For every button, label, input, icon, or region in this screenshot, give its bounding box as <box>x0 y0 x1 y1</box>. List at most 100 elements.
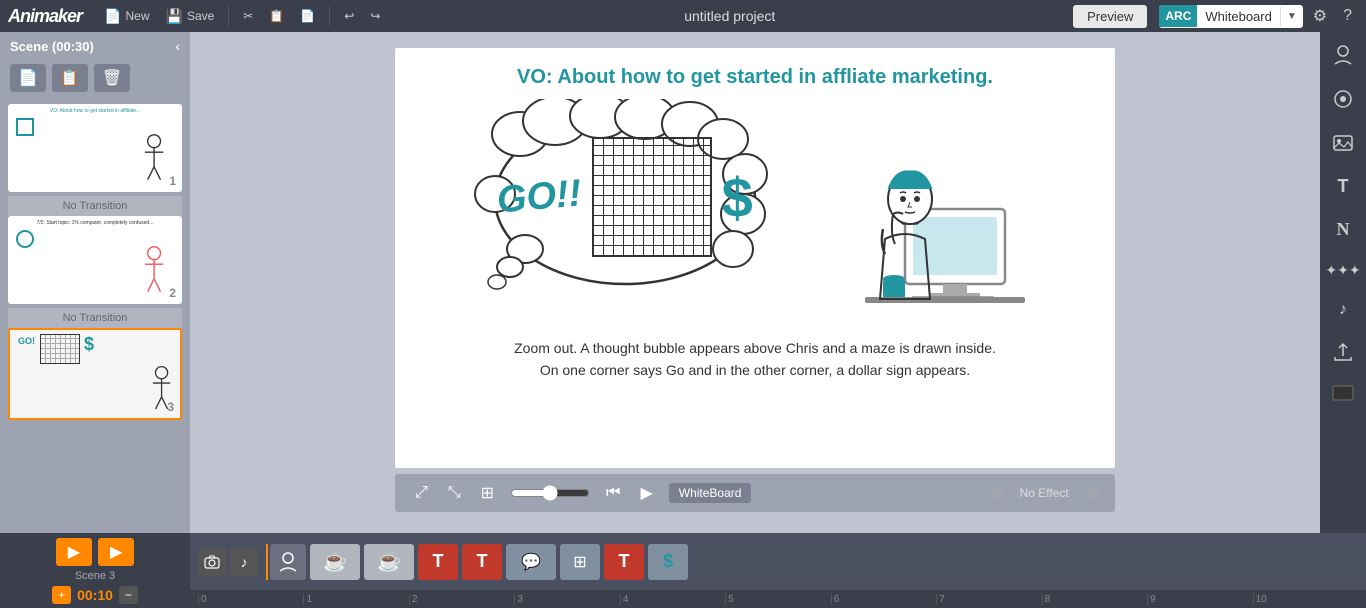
clip-char-icon <box>277 551 299 573</box>
help-button[interactable]: ? <box>1337 3 1358 29</box>
ruler-mark-6: 6 <box>831 594 936 605</box>
timeline-camera-button[interactable] <box>198 548 226 576</box>
upload-tool-button[interactable] <box>1328 337 1358 367</box>
scene-delete-button[interactable]: 🗑 <box>94 64 130 92</box>
timeline-clip-character[interactable] <box>270 544 306 580</box>
playback-bar: ⤢ ⤡ ⊞ ⏮ ▶ WhiteBoard ▤ No Effect ▤ <box>395 474 1115 512</box>
ruler-mark-5: 5 <box>725 594 830 605</box>
new-button[interactable]: 📄 New <box>98 5 155 28</box>
scene-thumbnail-1: VO: About how to get started in affiliat… <box>8 104 182 192</box>
redo-button[interactable]: ↪ <box>364 6 386 26</box>
brand-logo: Animaker <box>8 6 82 27</box>
copy-button[interactable]: 📋 <box>263 6 290 26</box>
cut-button[interactable]: ✂ <box>237 6 259 26</box>
add-time-button[interactable]: + <box>52 586 71 604</box>
scene-3-dollar: $ <box>84 334 94 355</box>
timeline-clip-cup-2[interactable]: ☕ <box>364 544 414 580</box>
music-icon: ♪ <box>1339 301 1347 319</box>
ruler-mark-10: 10 <box>1253 594 1358 605</box>
expand-view-button[interactable]: ⤡ <box>444 482 465 504</box>
settings-button[interactable]: ⚙ <box>1307 2 1333 30</box>
collapse-button[interactable]: ‹ <box>175 38 180 54</box>
scene-play-all-button[interactable]: ▶ <box>98 538 134 566</box>
save-label: Save <box>187 9 214 23</box>
brand-text: Animaker <box>8 6 82 26</box>
whiteboard-dropdown[interactable]: ARC Whiteboard ▼ <box>1159 5 1302 28</box>
timeline-music-icon: ♪ <box>241 554 248 570</box>
prev-frame-button[interactable]: ⏮ <box>602 482 624 504</box>
music-tool-button[interactable]: ♪ <box>1335 297 1351 323</box>
scene-add-button[interactable]: 📄 <box>10 64 46 92</box>
timeline-clip-cup-1[interactable]: ☕ <box>310 544 360 580</box>
ruler-mark-9: 9 <box>1147 594 1252 605</box>
timeline-clip-bubble[interactable]: 💬 <box>506 544 556 580</box>
left-panel: Scene (00:30) ‹ 📄 📋 🗑 VO: About how to g… <box>0 32 190 533</box>
scene-item-2[interactable]: 7/2: Start topic: 1% computer, completel… <box>8 216 182 304</box>
grid-button[interactable]: ⊞ <box>477 481 498 505</box>
caption-line-1: Zoom out. A thought bubble appears above… <box>435 337 1075 359</box>
scene-duplicate-button[interactable]: 📋 <box>52 64 88 92</box>
character-icon <box>1332 44 1354 66</box>
scene-item-1[interactable]: VO: About how to get started in affiliat… <box>8 104 182 192</box>
timeline-music-button[interactable]: ♪ <box>230 548 258 576</box>
separator-1 <box>228 6 229 26</box>
new-label: New <box>125 9 149 23</box>
effect-arrow-icon: ▤ <box>1087 485 1099 501</box>
undo-icon: ↩ <box>344 9 354 23</box>
preview-button[interactable]: Preview <box>1073 5 1147 28</box>
character-tool-button[interactable] <box>1328 40 1358 70</box>
save-icon: 💾 <box>166 8 183 25</box>
no-transition-1[interactable]: No Transition <box>8 196 182 216</box>
zoom-slider[interactable] <box>510 485 590 501</box>
scene-list: VO: About how to get started in affiliat… <box>0 100 190 533</box>
ruler-marks: 0 1 2 3 4 5 6 7 8 9 10 <box>198 594 1358 605</box>
no-transition-2[interactable]: No Transition <box>8 308 182 328</box>
bg-icon <box>1332 385 1354 401</box>
scene-3-go-text: GO! <box>14 334 176 346</box>
top-toolbar: Animaker 📄 New 💾 Save ✂ 📋 📄 ↩ ↪ untitled… <box>0 0 1366 32</box>
timeline-clip-maze[interactable]: ⊞ <box>560 544 600 580</box>
scene-time-row: + 00:10 − <box>52 586 138 604</box>
timeline-clip-text-3[interactable]: T <box>604 544 644 580</box>
props-icon <box>1332 88 1354 110</box>
scene-2-preview-text: 7/2: Start topic: 1% computer, completel… <box>12 220 178 227</box>
time-display: 00:10 <box>77 587 113 603</box>
play-button[interactable]: ▶ <box>636 481 656 505</box>
timeline-clip-text-1[interactable]: T <box>418 544 458 580</box>
dollar-sign: $ <box>722 165 753 230</box>
upload-icon <box>1332 341 1354 363</box>
font-icon: N <box>1337 219 1350 240</box>
timeline-clip-dollar[interactable]: $ <box>648 544 688 580</box>
paste-button[interactable]: 📄 <box>294 6 321 26</box>
scene-thumbnail-2: 7/2: Start topic: 1% computer, completel… <box>8 216 182 304</box>
font-tool-button[interactable]: N <box>1333 215 1354 244</box>
ruler-mark-3: 3 <box>514 594 619 605</box>
scene-1-clock <box>16 118 34 136</box>
ruler-mark-7: 7 <box>936 594 1041 605</box>
scene-3-label: Scene 3 <box>75 570 115 582</box>
timeline-clip-text-2[interactable]: T <box>462 544 502 580</box>
background-tool-button[interactable] <box>1328 381 1358 405</box>
slide-vo-text: VO: About how to get started in affliate… <box>395 48 1115 89</box>
whiteboard-label: Whiteboard <box>1197 5 1279 28</box>
undo-button[interactable]: ↩ <box>338 6 360 26</box>
go-text: GO!! <box>495 172 583 222</box>
text-tool-button[interactable]: T <box>1334 172 1353 201</box>
right-panel: T N ✦✦✦ ♪ <box>1320 32 1366 533</box>
scene-play-button[interactable]: ▶ <box>56 538 92 566</box>
effects-icon: ✦✦✦ <box>1325 262 1360 279</box>
remove-time-button[interactable]: − <box>119 586 138 604</box>
effects-tool-button[interactable]: ✦✦✦ <box>1321 258 1364 283</box>
fit-view-button[interactable]: ⤢ <box>411 482 432 504</box>
whiteboard-arrow-icon[interactable]: ▼ <box>1280 7 1303 26</box>
scene-2-clock <box>16 230 34 248</box>
scene-1-preview-text: VO: About how to get started in affiliat… <box>12 108 178 115</box>
maze-box <box>592 137 712 257</box>
props-tool-button[interactable] <box>1328 84 1358 114</box>
bottom-section: ▶ ▶ Scene 3 + 00:10 − ♪ <box>0 533 1366 608</box>
scene-item-3[interactable]: GO! $ 3 <box>8 328 182 420</box>
bubble-inner-content: GO!! $ <box>495 117 755 277</box>
timeline-ruler: 0 1 2 3 4 5 6 7 8 9 10 <box>190 590 1366 608</box>
save-button[interactable]: 💾 Save <box>160 5 221 28</box>
image-tool-button[interactable] <box>1328 128 1358 158</box>
